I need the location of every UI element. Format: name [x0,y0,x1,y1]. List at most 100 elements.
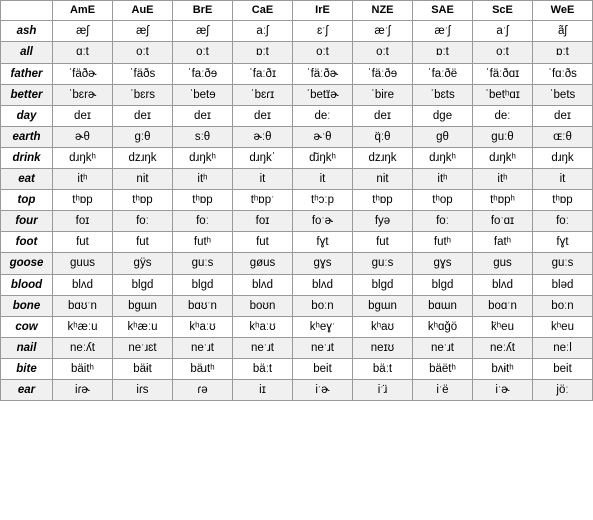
phonetic-cell: dɡe [413,105,473,126]
phonetic-cell: ɡÿs [113,253,173,274]
word-cell: ear [1,379,53,400]
phonetic-cell: fut [353,232,413,253]
phonetic-cell: ˈbetɘ [173,84,233,105]
phonetic-cell: kʰeu [533,316,593,337]
word-cell: day [1,105,53,126]
phonetic-cell: it [533,169,593,190]
phonetic-cell: boʊn [233,295,293,316]
phonetic-cell: futʰ [413,232,473,253]
phonetic-cell: k̈ʰeu [473,316,533,337]
phonetic-cell: ˈbɛts [413,84,473,105]
phonetic-cell: æʃ [113,21,173,42]
table-row: allɑːtoːtoːtɒːtoːtoːtɒːtoːtɒːt [1,42,593,63]
phonetic-cell: nit [353,169,413,190]
word-cell: nail [1,337,53,358]
phonetic-cell: tʰɒp [113,190,173,211]
table-row: cowkʰæːukʰæːukʰaːʊkʰaːʊkʰeɣˑkʰaʊkʰɑǧök̈ʰ… [1,316,593,337]
phonetic-cell: sːθ [173,126,233,147]
phonetic-cell: ˈbire [353,84,413,105]
phonetic-cell: iɾs [113,379,173,400]
table-row: toptʰɒptʰɒptʰɒptʰɒpˑtʰɔːptʰɒptʰoptʰɒpʰtʰ… [1,190,593,211]
phonetic-cell: blʌd [473,274,533,295]
word-cell: bite [1,358,53,379]
phonetic-cell: ɡθ [413,126,473,147]
phonetic-cell: beit [533,358,593,379]
phonetic-cell: ˈfäðɚ [53,63,113,84]
phonetic-cell: dzɹŋk [113,147,173,168]
phonetic-cell: fut [113,232,173,253]
phonetic-cell: tʰɒpˑ [233,190,293,211]
phonetic-cell: kʰæːu [53,316,113,337]
phonetic-cell: foɪ [53,211,113,232]
word-cell: top [1,190,53,211]
phonetic-cell: neˑɹt [233,337,293,358]
phonetic-cell: deː [293,105,353,126]
phonetic-cell: oːt [353,42,413,63]
phonetic-cell: ɡøus [233,253,293,274]
phonetic-cell: ˈbɛɾɪ [233,84,293,105]
phonetic-cell: ɡuːs [173,253,233,274]
phonetic-cell: iˑɹ̈ [353,379,413,400]
phonetic-cell: ˈbɛrs [113,84,173,105]
phonetic-cell: kʰeɣˑ [293,316,353,337]
phonetic-cell: iˑë [413,379,473,400]
phonetic-cell: ɚθ [53,126,113,147]
dialect-header-SAE: SAE [413,1,473,21]
phonetic-cell: nit [113,169,173,190]
phonetic-cell: foˑɑɪ [473,211,533,232]
phonetic-cell: bäëtʰ [413,358,473,379]
phonetic-cell: bäɨt [113,358,173,379]
phonetic-cell: oːt [473,42,533,63]
phonetic-cell: blɡd [413,274,473,295]
phonetic-cell: bäːt [353,358,413,379]
table-row: fatherˈfäðɚˈfäðsˈfaːðɘˈfaːðɪˈfäːðɚˈfäːðɘ… [1,63,593,84]
phonetic-cell: aˑʃ [473,21,533,42]
phonetic-cell: bɑʊˑn [173,295,233,316]
phonetic-cell: neˑɹt [413,337,473,358]
phonetic-cell: tʰɔːp [293,190,353,211]
phonetic-cell: blʌd [293,274,353,295]
phonetic-cell: fatʰ [473,232,533,253]
table-row: footfutfutfutʰfutfɣtfutfutʰfatʰfɣt [1,232,593,253]
phonetic-cell: iɪ [233,379,293,400]
phonetic-cell: tʰop [413,190,473,211]
phonetic-cell: bɡɯn [353,295,413,316]
phonetic-cell: blɡd [173,274,233,295]
phonetic-cell: fut [233,232,293,253]
phonetic-cell: kʰæːu [113,316,173,337]
phonetic-cell: æˑʃ [353,21,413,42]
dialect-header-AmE: AmE [53,1,113,21]
phonetic-cell: deɪ [233,105,293,126]
phonetic-cell: beit [293,358,353,379]
phonetic-cell: blʌd [53,274,113,295]
phonetic-cell: ˈfɑːðs [533,63,593,84]
word-cell: cow [1,316,53,337]
word-cell: goose [1,253,53,274]
phonetic-cell: bäɹtʰ [173,358,233,379]
phonetic-cell: foː [173,211,233,232]
phonetic-cell: ɾə [173,379,233,400]
table-row: daydeɪdeɪdeɪdeɪdeːdeɪdɡedeːdeɪ [1,105,593,126]
word-cell: four [1,211,53,232]
phonetic-cell: kʰɑǧö [413,316,473,337]
phonetic-cell: ɡuːθ [473,126,533,147]
table-row: drinkdɹŋkʰdzɹŋkdɹŋkʰdɹŋkˈdɹ̃ŋkʰdzɹŋkdɹŋk… [1,147,593,168]
phonetic-cell: deɪ [113,105,173,126]
phonetic-cell: æˑʃ [413,21,473,42]
dialect-header-AuE: AuE [113,1,173,21]
phonetic-cell: bɡɯn [113,295,173,316]
table-row: bonebɑʊˑnbɡɯnbɑʊˑnboʊnboːnbɡɯnbɑɯnboɑˑnb… [1,295,593,316]
phonetic-cell: itʰ [413,169,473,190]
table-row: nailneːʎtneˑɹɛtneˑɹtneˑɹtneˑɹtneɪʊneˑɹtn… [1,337,593,358]
phonetic-cell: blɡd [353,274,413,295]
phonetic-cell: iˑɚ [473,379,533,400]
phonetic-cell: kʰaʊ [353,316,413,337]
dialect-header-IrE: IrE [293,1,353,21]
phonetic-cell: futʰ [173,232,233,253]
phonetic-cell: boːn [533,295,593,316]
phonetic-cell: foɪ [233,211,293,232]
phonetic-cell: foː [413,211,473,232]
phonetic-cell: ɚˑθ [293,126,353,147]
word-cell: foot [1,232,53,253]
phonetic-cell: tʰɒp [53,190,113,211]
